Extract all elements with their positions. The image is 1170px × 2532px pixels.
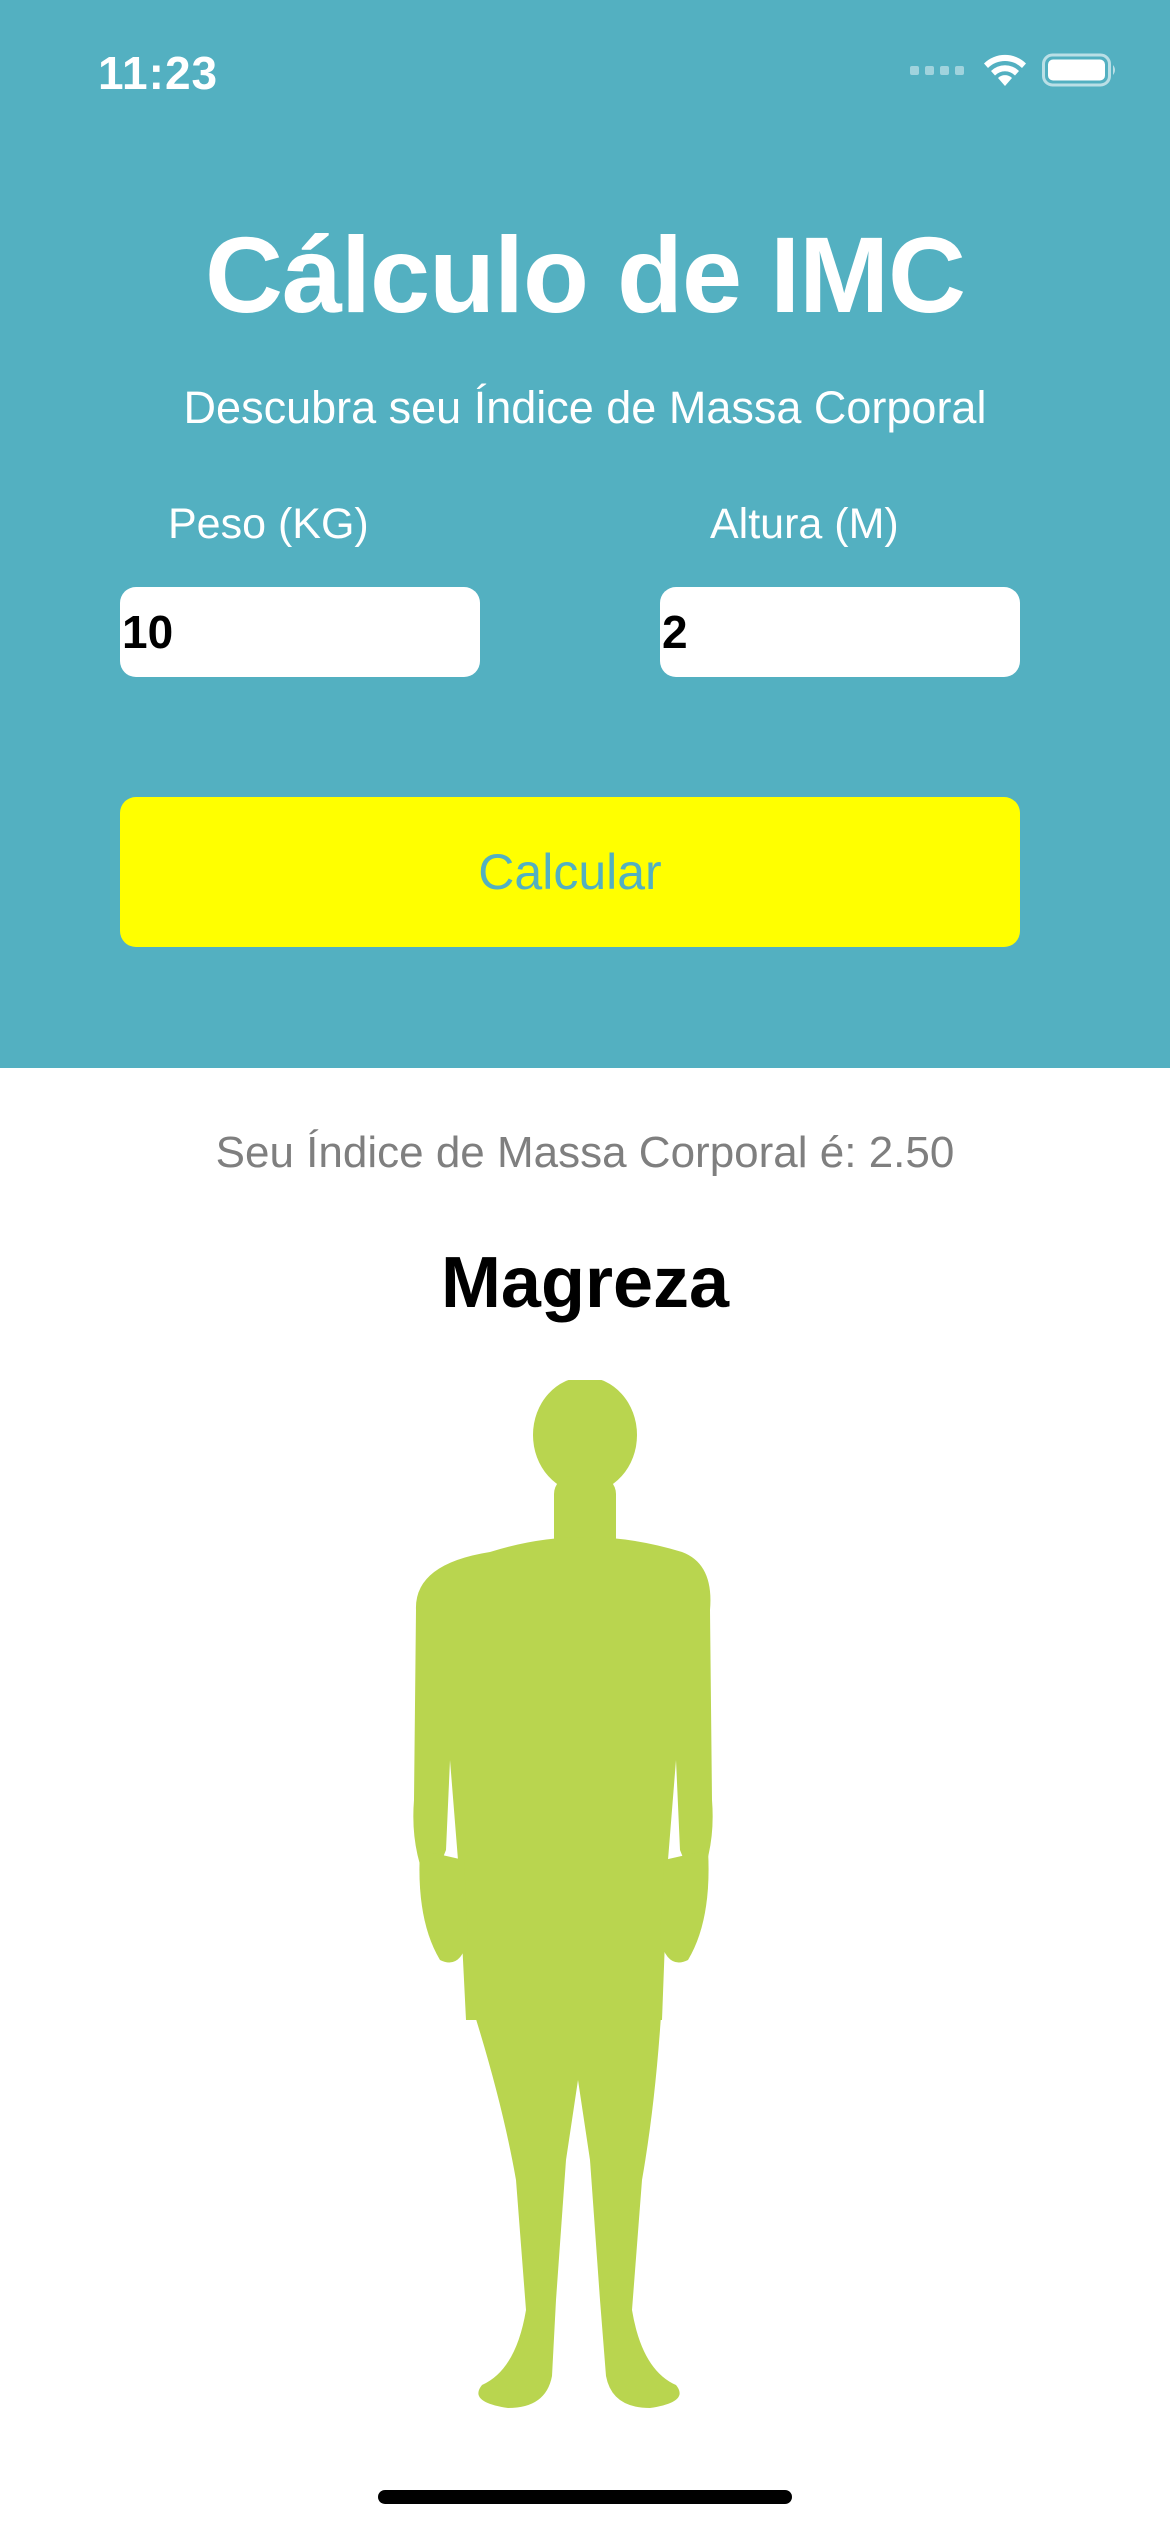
- height-input[interactable]: [660, 587, 1020, 677]
- battery-icon: [1042, 53, 1115, 87]
- page-subtitle: Descubra seu Índice de Massa Corporal: [183, 382, 987, 433]
- height-label: Altura (M): [710, 500, 899, 548]
- body-silhouette-icon: [413, 1380, 713, 2408]
- bmi-category: Magreza: [440, 1243, 730, 1323]
- header-panel: 11:23 Cálculo de IMC Descubra seu Índice…: [0, 0, 1170, 1068]
- home-indicator[interactable]: [378, 2490, 792, 2504]
- bmi-result-text: Seu Índice de Massa Corporal é: 2.50: [215, 1128, 955, 1177]
- page-title: Cálculo de IMC: [204, 214, 966, 335]
- weight-label: Peso (KG): [168, 500, 369, 548]
- status-time: 11:23: [98, 47, 219, 99]
- status-icons: [910, 52, 1118, 88]
- calculate-button[interactable]: Calcular: [120, 797, 1020, 947]
- weight-input[interactable]: [120, 587, 480, 677]
- wifi-icon: [984, 54, 1026, 86]
- signal-icon: [910, 65, 964, 75]
